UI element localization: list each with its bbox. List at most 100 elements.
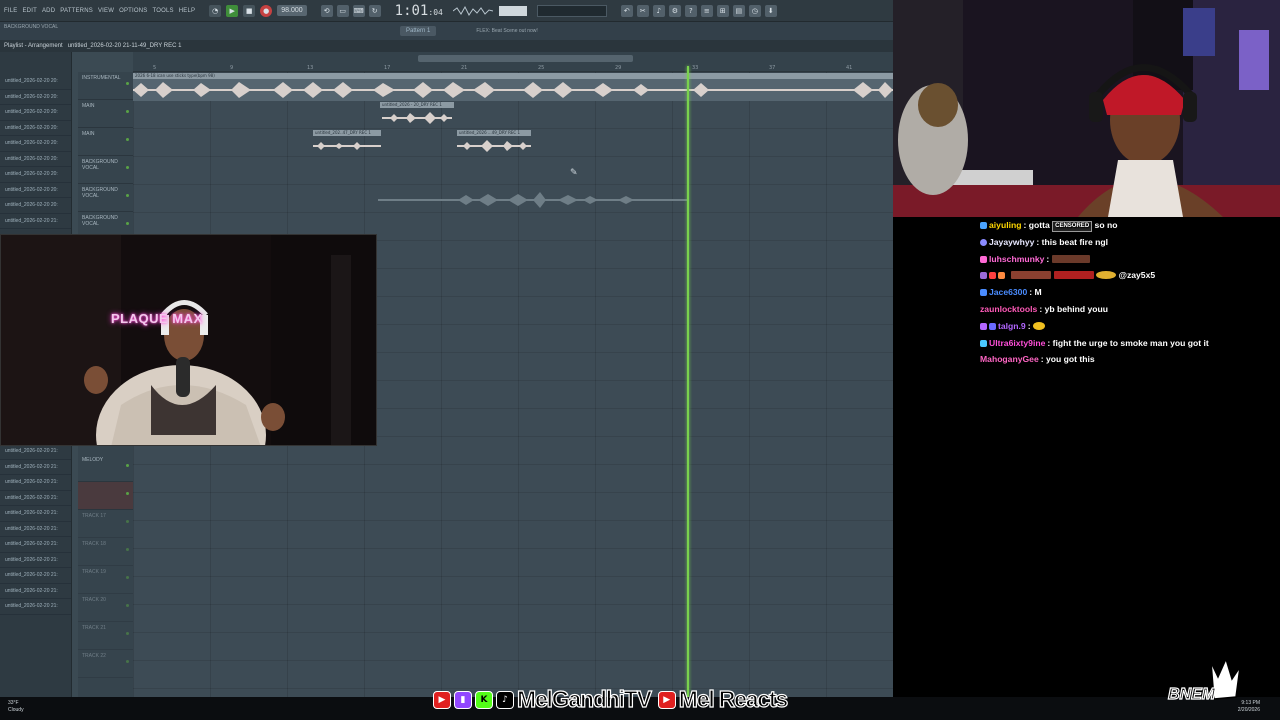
browser-item[interactable]: untitled_2026-02-20 21: [0, 444, 71, 460]
pattern-selector[interactable]: Pattern 1 [400, 26, 437, 36]
browser-item[interactable]: untitled_2026-02-20 20: [0, 198, 71, 214]
browser-item[interactable]: untitled_2026-02-20 21: [0, 506, 71, 522]
chat-username[interactable]: Ultra6ixty9ine [989, 338, 1045, 348]
menu-file[interactable]: File [4, 8, 17, 14]
track-active-led[interactable] [126, 660, 129, 663]
track-active-led[interactable] [126, 194, 129, 197]
audio-clip-main[interactable] [313, 136, 381, 156]
cut-icon[interactable]: ✂ [636, 4, 649, 17]
chat-username[interactable]: luhschmunky [989, 254, 1044, 264]
metronome-icon[interactable]: ◔ [209, 4, 222, 17]
step-icon[interactable]: ⟲ [320, 4, 333, 17]
typing-keyboard-icon[interactable]: ⌨ [352, 4, 365, 17]
track-active-led[interactable] [126, 576, 129, 579]
menu-add[interactable]: Add [42, 8, 55, 14]
track-header[interactable]: Instrumental [78, 72, 133, 100]
audio-clip-main[interactable] [457, 136, 531, 156]
browser-item[interactable]: untitled_2026-02-20 21: [0, 475, 71, 491]
browser-item[interactable]: untitled_2026-02-20 20: [0, 105, 71, 121]
download-icon[interactable]: ⬇ [764, 4, 777, 17]
audio-clip-instrumental[interactable] [133, 79, 893, 101]
main-menu: File Edit Add Patterns View Options Tool… [0, 8, 195, 14]
track-header[interactable]: Background Vocal [78, 156, 133, 184]
menu-options[interactable]: Options [119, 8, 147, 14]
browser-item[interactable]: untitled_2026-02-20 21: [0, 599, 71, 615]
time-ticks: 04 [433, 7, 443, 17]
chat-username[interactable]: aiyuling [989, 220, 1021, 230]
track-active-led[interactable] [126, 166, 129, 169]
youtube-icon: ▶ [657, 690, 676, 709]
track-active-led[interactable] [126, 548, 129, 551]
playhead-marker[interactable] [687, 66, 689, 697]
playlist-title: Playlist - Arrangement [4, 43, 63, 49]
browser-item[interactable]: untitled_2026-02-20 21: [0, 568, 71, 584]
track-active-led[interactable] [126, 110, 129, 113]
browser-item[interactable]: untitled_2026-02-20 21: [0, 214, 71, 229]
taskbar-weather[interactable]: 33°F Cloudy [8, 700, 24, 714]
record-button[interactable]: ● [260, 4, 273, 17]
chat-username[interactable]: Jayaywhyy [989, 237, 1034, 247]
menu-view[interactable]: View [98, 8, 114, 14]
plugin-icon[interactable]: ⊞ [716, 4, 729, 17]
browser-icon[interactable]: ▤ [732, 4, 745, 17]
menu-patterns[interactable]: Patterns [60, 8, 93, 14]
track-header[interactable]: Track 21 [78, 622, 133, 650]
track-header[interactable]: Main [78, 100, 133, 128]
browser-item[interactable]: untitled_2026-02-20 21: [0, 584, 71, 599]
undo-icon[interactable]: ↶ [620, 4, 633, 17]
loop-icon[interactable]: ↻ [368, 4, 381, 17]
menu-tools[interactable]: Tools [153, 8, 174, 14]
scroll-thumb[interactable] [418, 55, 633, 62]
track-active-led[interactable] [126, 492, 129, 495]
browser-item[interactable]: untitled_2026-02-20 20: [0, 74, 71, 90]
track-header[interactable]: Track 22 [78, 650, 133, 678]
track-header[interactable]: Track 17 [78, 510, 133, 538]
chat-badge-icon [980, 222, 987, 229]
track-header[interactable]: Background Vocal [78, 184, 133, 212]
track-active-led[interactable] [126, 82, 129, 85]
menu-edit[interactable]: Edit [22, 8, 36, 14]
browser-item[interactable]: untitled_2026-02-20 21: [0, 537, 71, 553]
browser-item[interactable]: untitled_2026-02-20 20: [0, 183, 71, 198]
browser-item[interactable]: untitled_2026-02-20 21: [0, 460, 71, 475]
browser-item[interactable]: untitled_2026-02-20 21: [0, 491, 71, 506]
blend-icon[interactable]: ▭ [336, 4, 349, 17]
help-icon[interactable]: ? [684, 4, 697, 17]
track-header[interactable] [78, 482, 133, 510]
browser-item[interactable]: untitled_2026-02-20 20: [0, 152, 71, 167]
mic-icon[interactable]: ♪ [652, 4, 665, 17]
chat-username[interactable]: zaunlocktools [980, 304, 1037, 314]
clock-icon[interactable]: ◷ [748, 4, 761, 17]
track-header[interactable]: Melody [78, 454, 133, 482]
chat-username[interactable]: Jace6300 [989, 287, 1027, 297]
browser-item[interactable]: untitled_2026-02-20 21: [0, 522, 71, 537]
track-header[interactable]: Track 19 [78, 566, 133, 594]
browser-item[interactable]: untitled_2026-02-20 20: [0, 136, 71, 152]
chat-username[interactable]: talgn.9 [998, 321, 1026, 331]
track-header[interactable]: Main [78, 128, 133, 156]
browser-item[interactable]: untitled_2026-02-20 20: [0, 121, 71, 136]
menu-help[interactable]: Help [179, 8, 195, 14]
mixer-icon[interactable]: ≡ [700, 4, 713, 17]
browser-item[interactable]: untitled_2026-02-20 20: [0, 90, 71, 105]
chat-username[interactable]: MahoganyGee [980, 354, 1039, 364]
tempo-display[interactable]: 98.000 [277, 5, 307, 16]
play-button[interactable]: ▶ [226, 4, 239, 17]
track-active-led[interactable] [126, 222, 129, 225]
browser-item[interactable]: untitled_2026-02-20 20: [0, 167, 71, 183]
stop-button[interactable]: ■ [243, 4, 256, 17]
track-active-led[interactable] [126, 520, 129, 523]
track-header[interactable]: Track 20 [78, 594, 133, 622]
chat-message: @zay5x5 [980, 267, 1270, 284]
chat-badge-icon [980, 238, 987, 246]
audio-clip-main[interactable] [380, 108, 454, 128]
track-active-led[interactable] [126, 604, 129, 607]
background-vocal-waveform[interactable] [378, 192, 688, 208]
track-active-led[interactable] [126, 632, 129, 635]
browser-item[interactable]: untitled_2026-02-20 21: [0, 553, 71, 568]
track-active-led[interactable] [126, 138, 129, 141]
censored-tag: CENSORED [1052, 221, 1093, 232]
track-active-led[interactable] [126, 464, 129, 467]
settings-icon[interactable]: ⚙ [668, 4, 681, 17]
track-header[interactable]: Track 18 [78, 538, 133, 566]
